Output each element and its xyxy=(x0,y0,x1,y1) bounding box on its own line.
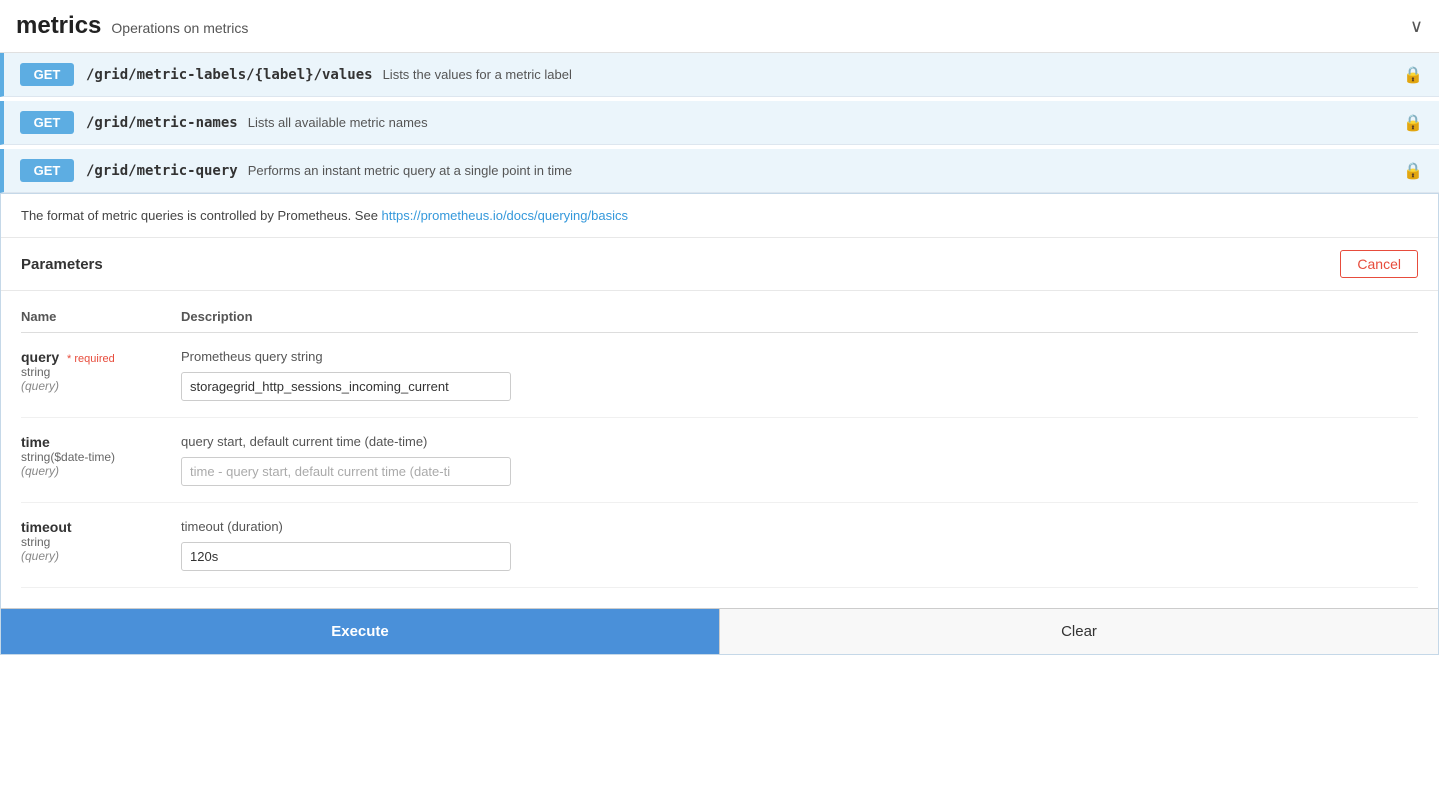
param-name-col-timeout: timeout string (query) xyxy=(21,519,181,563)
query-input[interactable] xyxy=(181,372,511,401)
page-header: metrics Operations on metrics ∨ xyxy=(0,0,1439,53)
lock-icon-1: 🔒 xyxy=(1403,65,1423,85)
cancel-button[interactable]: Cancel xyxy=(1340,250,1418,278)
lock-icon-3: 🔒 xyxy=(1403,161,1423,181)
info-text: The format of metric queries is controll… xyxy=(21,208,382,223)
params-header: Parameters Cancel xyxy=(1,238,1438,291)
param-desc-col-query: Prometheus query string xyxy=(181,349,1418,401)
param-name-query: query * required xyxy=(21,349,181,365)
endpoint-desc-1: Lists the values for a metric label xyxy=(383,67,572,82)
param-type-timeout: string xyxy=(21,535,181,549)
param-row-query: query * required string (query) Promethe… xyxy=(21,333,1418,418)
endpoint-row-3[interactable]: GET /grid/metric-query Performs an insta… xyxy=(0,149,1439,193)
page-title: metrics xyxy=(16,12,101,40)
param-row-time: time string($date-time) (query) query st… xyxy=(21,418,1418,503)
method-badge-2: GET xyxy=(20,111,74,134)
endpoint-path-2: /grid/metric-names xyxy=(86,115,238,131)
expanded-panel: The format of metric queries is controll… xyxy=(0,193,1439,655)
chevron-down-icon[interactable]: ∨ xyxy=(1410,16,1423,37)
param-location-query: (query) xyxy=(21,379,181,393)
method-badge-3: GET xyxy=(20,159,74,182)
col-header-name: Name xyxy=(21,309,181,324)
param-location-time: (query) xyxy=(21,464,181,478)
method-badge-1: GET xyxy=(20,63,74,86)
execute-button[interactable]: Execute xyxy=(1,609,720,654)
endpoint-row-2[interactable]: GET /grid/metric-names Lists all availab… xyxy=(0,101,1439,145)
param-type-time: string($date-time) xyxy=(21,450,181,464)
time-input[interactable] xyxy=(181,457,511,486)
endpoint-path-3: /grid/metric-query xyxy=(86,163,238,179)
param-desc-query: Prometheus query string xyxy=(181,349,1418,364)
params-col-headers: Name Description xyxy=(21,301,1418,333)
params-table: Name Description query * required string… xyxy=(1,291,1438,598)
param-type-query: string xyxy=(21,365,181,379)
param-desc-col-time: query start, default current time (date-… xyxy=(181,434,1418,486)
param-name-col-time: time string($date-time) (query) xyxy=(21,434,181,478)
page-subtitle: Operations on metrics xyxy=(111,20,248,36)
clear-button[interactable]: Clear xyxy=(720,609,1438,654)
param-desc-time: query start, default current time (date-… xyxy=(181,434,1418,449)
param-desc-col-timeout: timeout (duration) xyxy=(181,519,1418,571)
action-bar: Execute Clear xyxy=(1,608,1438,654)
endpoint-desc-3: Performs an instant metric query at a si… xyxy=(248,163,572,178)
prometheus-link[interactable]: https://prometheus.io/docs/querying/basi… xyxy=(382,208,628,223)
endpoint-row-1[interactable]: GET /grid/metric-labels/{label}/values L… xyxy=(0,53,1439,97)
param-row-timeout: timeout string (query) timeout (duration… xyxy=(21,503,1418,588)
endpoint-path-1: /grid/metric-labels/{label}/values xyxy=(86,67,373,83)
endpoint-desc-2: Lists all available metric names xyxy=(248,115,428,130)
header-left: metrics Operations on metrics xyxy=(16,12,248,40)
col-header-description: Description xyxy=(181,309,1418,324)
param-location-timeout: (query) xyxy=(21,549,181,563)
info-bar: The format of metric queries is controll… xyxy=(1,194,1438,238)
params-title: Parameters xyxy=(21,256,103,273)
param-name-col-query: query * required string (query) xyxy=(21,349,181,393)
lock-icon-2: 🔒 xyxy=(1403,113,1423,133)
timeout-input[interactable] xyxy=(181,542,511,571)
param-desc-timeout: timeout (duration) xyxy=(181,519,1418,534)
